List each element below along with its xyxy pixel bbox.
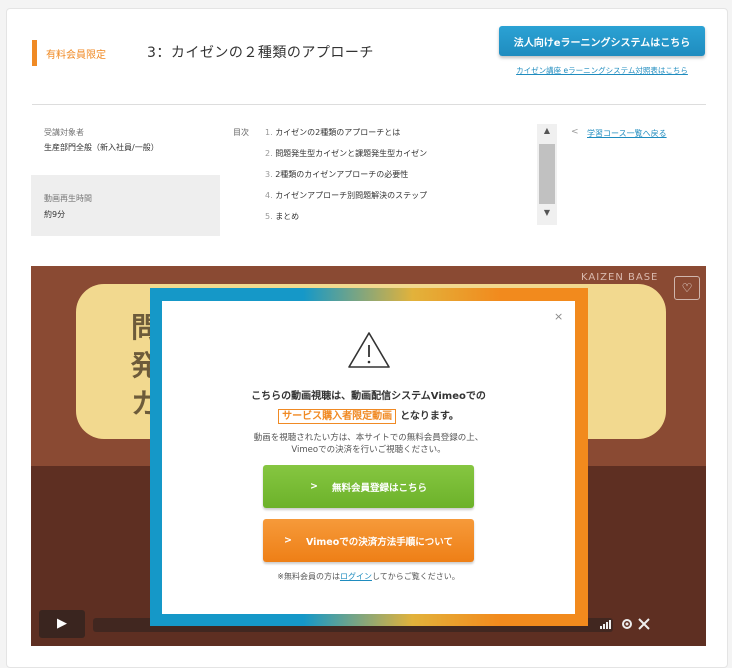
toc-item[interactable]: 4. カイゼンアプローチ別問題解決のステップ [265,190,427,201]
toc-item[interactable]: 3. 2種類のカイゼンアプローチの必要性 [265,169,408,180]
modal-message-line2: サービス購入者限定動画 となります。 [162,407,575,424]
chevron-left-icon: < [571,127,579,137]
target-label: 受講対象者 [44,128,84,137]
scroll-thumb[interactable] [539,144,555,204]
duration-box [31,175,220,236]
page-title: 3：カイゼンの２種類のアプローチ [147,45,374,61]
volume-icon[interactable] [599,618,613,632]
play-icon[interactable]: ▶ [39,610,85,638]
target-value: 生産部門全般（新入社員/一般） [44,143,159,152]
duration-label: 動画再生時間 [44,194,92,203]
close-icon[interactable]: × [554,310,563,323]
video-logo: KAIZEN BASE [581,272,659,283]
free-register-button[interactable]: > 無料会員登録はこちら [263,465,474,508]
toc-scrollbar[interactable]: ▲ ▼ [537,124,557,225]
fullscreen-icon[interactable] [638,618,650,632]
duration-value: 約9分 [44,210,66,219]
chevron-right-icon: > [310,481,318,492]
modal-description-line2: Vimeoでの決済を行いご視聴ください。 [291,445,446,455]
title-accent-bar [32,40,37,66]
members-only-video-tag: サービス購入者限定動画 [278,409,397,424]
toc-item[interactable]: 1. カイゼンの2種類のアプローチとは [265,127,400,138]
login-note: ※無料会員の方はログインしてからご覧ください。 [277,572,460,581]
heart-icon[interactable]: ♡ [674,276,700,300]
toc-item[interactable]: 5. まとめ [265,211,299,222]
divider [32,104,706,105]
back-to-courses-link[interactable]: 学習コース一覧へ戻る [587,128,667,139]
scroll-up-arrow-icon[interactable]: ▲ [537,126,557,140]
settings-gear-icon[interactable] [621,618,633,632]
modal-description-line1: 動画を視聴されたい方は、本サイトでの無料会員登録の上、 [253,433,484,443]
login-link[interactable]: ログイン [340,572,372,581]
vimeo-payment-guide-button[interactable]: > Vimeoでの決済方法手順について [263,519,474,562]
compare-table-link[interactable]: カイゼン講座 eラーニングシステム対照表はこちら [499,65,705,76]
warning-icon [348,332,390,368]
toc-label: 目次 [233,128,249,137]
modal-message-line1: こちらの動画視聴は、動画配信システムVimeoでの [251,391,486,402]
toc-item[interactable]: 2. 問題発生型カイゼンと課題発生型カイゼン [265,148,427,159]
purchase-modal: × こちらの動画視聴は、動画配信システムVimeoでの サービス購入者限定動画と… [162,301,575,614]
members-only-badge: 有料会員限定 [46,50,106,61]
corporate-elearning-button[interactable]: 法人向けeラーニングシステムはこちら [499,26,705,56]
chevron-right-icon: > [284,535,292,546]
scroll-down-arrow-icon[interactable]: ▼ [537,208,557,222]
